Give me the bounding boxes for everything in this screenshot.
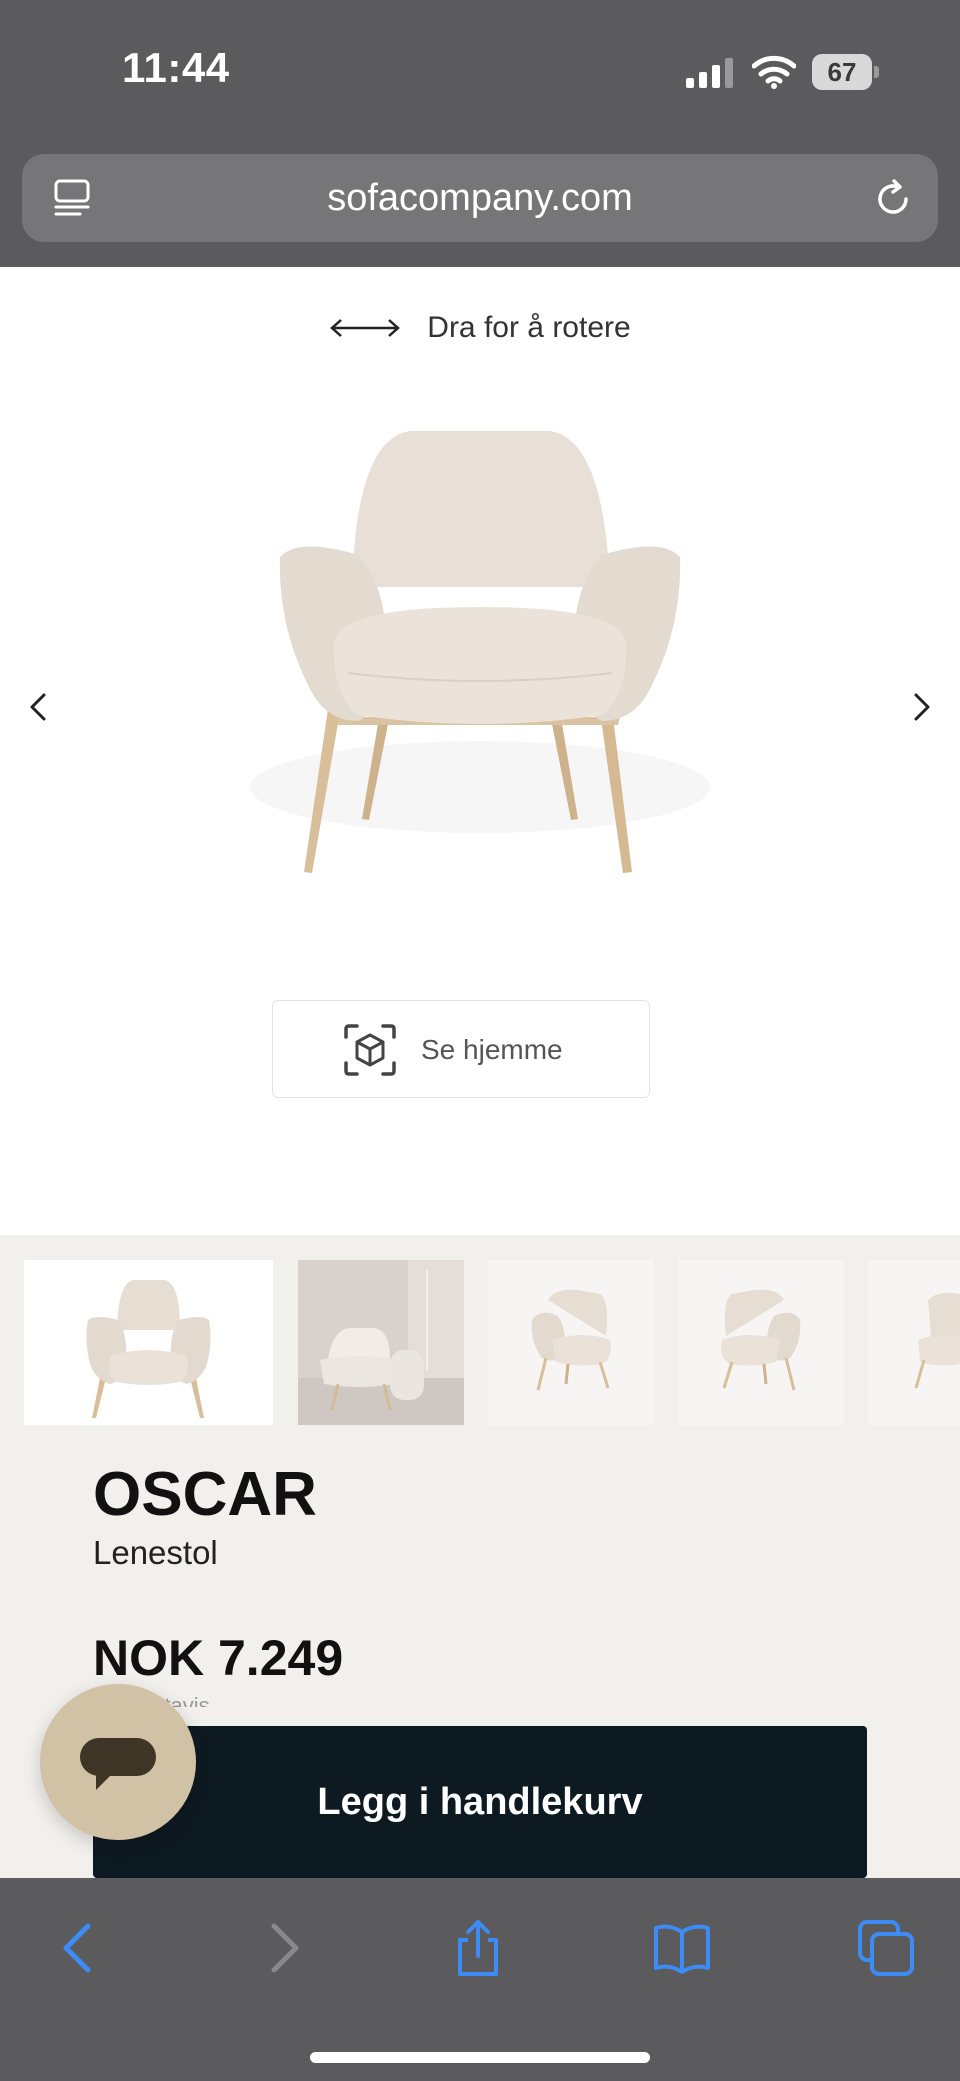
thumbnail-angle-left[interactable]: [488, 1260, 654, 1425]
wifi-icon: [752, 55, 796, 89]
next-image-arrow[interactable]: [902, 677, 942, 737]
thumbnail-angle-right[interactable]: [678, 1260, 844, 1425]
view-in-room-label: Se hjemme: [421, 1034, 563, 1065]
product-image[interactable]: [240, 427, 720, 897]
thumbnail-front[interactable]: [24, 1260, 273, 1425]
thumbnail-room-scene[interactable]: [298, 1260, 464, 1425]
add-to-cart-button[interactable]: Legg i handlekurv: [93, 1726, 867, 1878]
product-3d-viewer[interactable]: Dra for å rotere Se hjemme: [0, 267, 960, 1235]
address-bar[interactable]: sofacompany.com: [22, 154, 938, 242]
thumbnail-image: [298, 1260, 464, 1425]
thumbnail-image: [86, 1280, 211, 1418]
rotate-hint: Dra for å rotere: [0, 311, 960, 351]
double-arrow-icon: [330, 319, 401, 337]
thumbnail-image: [721, 1289, 801, 1391]
chat-bubble-icon: [80, 1738, 156, 1790]
view-in-room-button[interactable]: Se hjemme: [272, 1000, 650, 1098]
share-icon[interactable]: [448, 1918, 508, 1978]
url-text[interactable]: sofacompany.com: [22, 154, 938, 242]
thumbnail-side[interactable]: [868, 1260, 960, 1425]
product-name: OSCAR: [93, 1460, 317, 1529]
reload-icon[interactable]: [872, 178, 914, 220]
book-icon[interactable]: [652, 1918, 712, 1978]
status-time: 11:44: [122, 44, 230, 91]
battery-level: 67: [827, 57, 857, 87]
thumbnail-image: [914, 1292, 960, 1389]
cellular-signal-icon: [686, 58, 733, 88]
tabs-icon[interactable]: [856, 1918, 916, 1978]
product-price: NOK 7.249: [93, 1630, 344, 1686]
battery-indicator: 67: [812, 54, 880, 90]
product-type: Lenestol: [93, 1534, 218, 1571]
chat-button[interactable]: [40, 1684, 196, 1840]
browser-top-bar: 11:44 67 sofacompany.com: [0, 0, 960, 267]
add-to-cart-label: Legg i handlekurv: [317, 1781, 643, 1823]
rotate-hint-text: Dra for å rotere: [427, 311, 631, 344]
previous-image-arrow[interactable]: [18, 677, 58, 737]
chevron-left-icon[interactable]: [52, 1918, 112, 1978]
home-indicator: [310, 2052, 650, 2063]
ar-cube-icon: [344, 1024, 396, 1076]
chevron-right-icon[interactable]: [252, 1918, 312, 1978]
browser-bottom-toolbar: [0, 1878, 960, 2081]
thumbnail-image: [531, 1289, 611, 1391]
battery-tip: [874, 66, 879, 78]
